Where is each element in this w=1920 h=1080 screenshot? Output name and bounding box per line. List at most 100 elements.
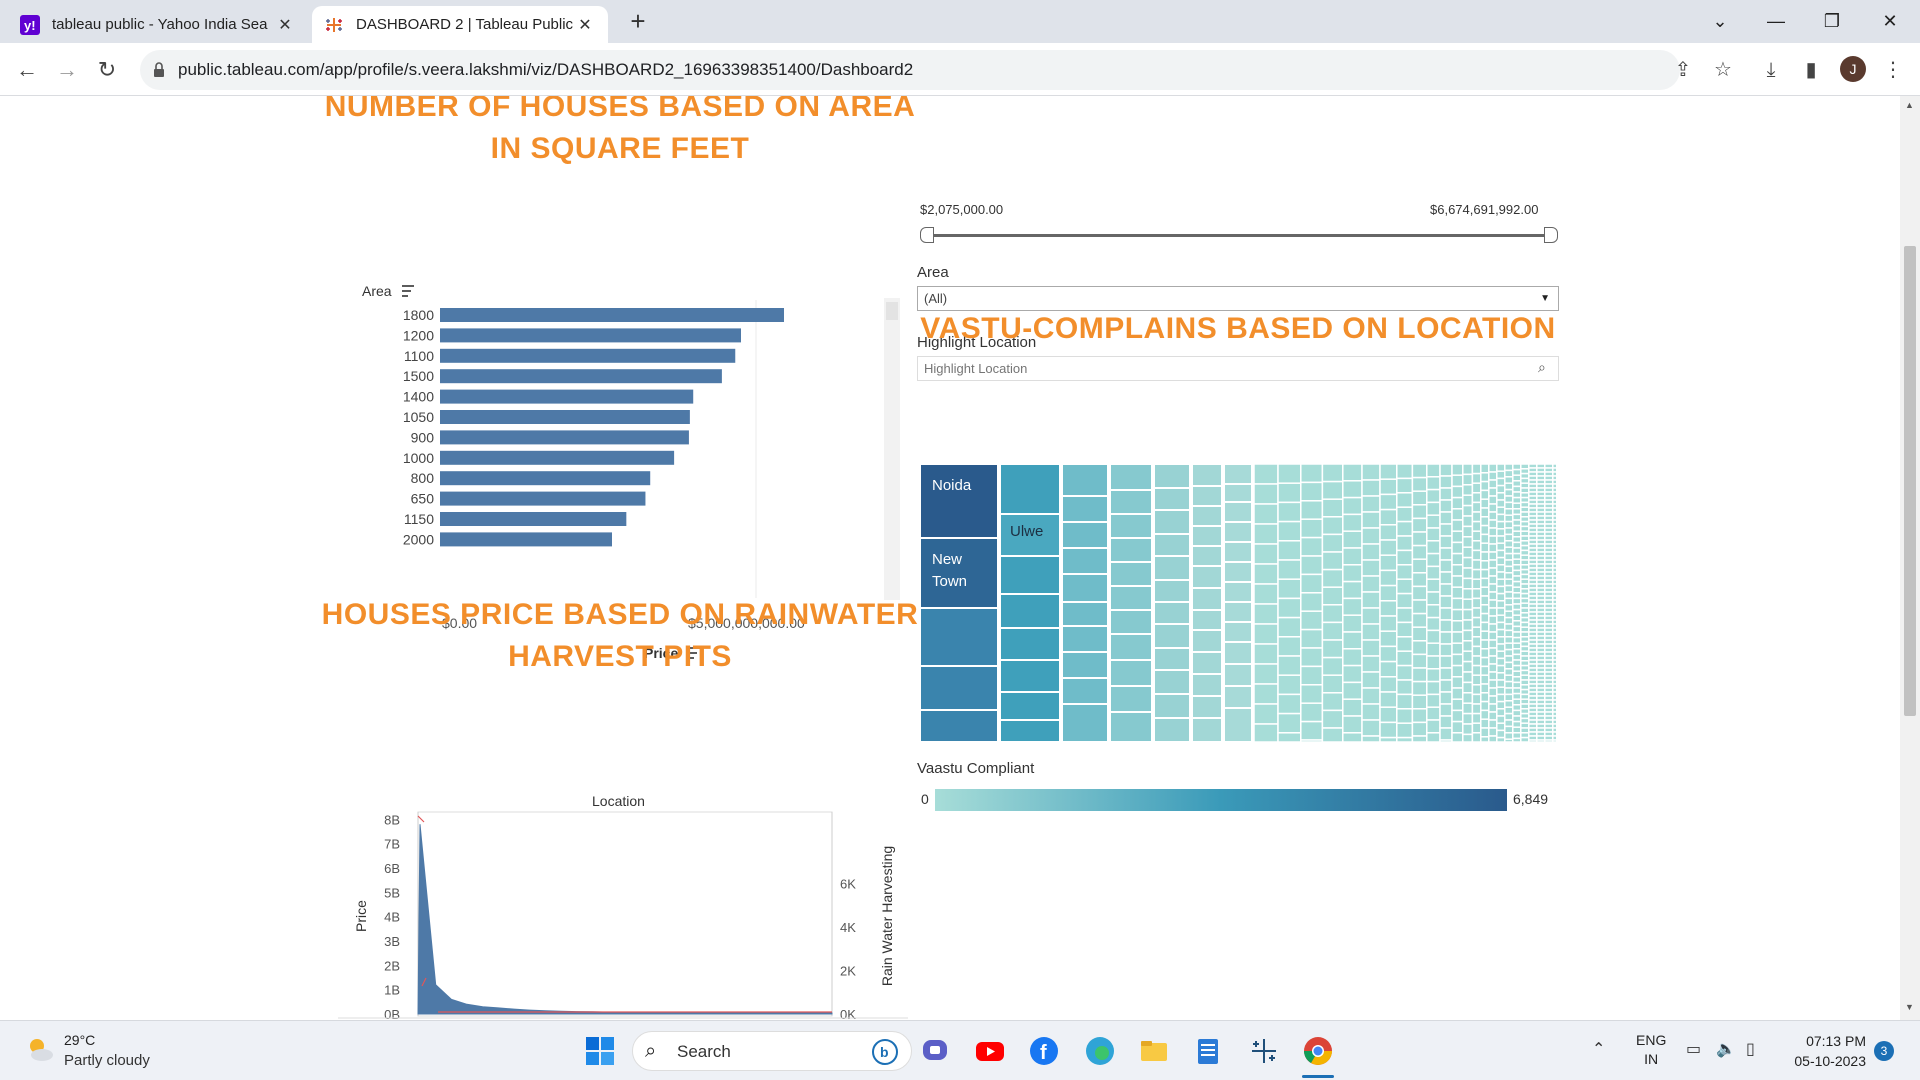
treemap-cell[interactable] — [1426, 719, 1441, 734]
treemap-cell[interactable] — [1488, 543, 1498, 553]
treemap-cell[interactable] — [1504, 680, 1514, 689]
treemap-cell[interactable] — [1504, 508, 1514, 516]
treemap-cell[interactable] — [1361, 719, 1381, 737]
treemap-cell[interactable] — [1480, 718, 1490, 729]
treemap-cell[interactable] — [1496, 708, 1506, 717]
treemap-cell[interactable] — [1061, 464, 1109, 497]
treemap-cell[interactable] — [1496, 528, 1506, 537]
treemap-cell[interactable] — [1439, 583, 1453, 597]
treemap-cell[interactable] — [1471, 626, 1482, 638]
maximize-button[interactable]: ❐ — [1812, 6, 1852, 36]
bar[interactable] — [440, 471, 651, 486]
treemap-cell[interactable] — [1471, 520, 1482, 532]
treemap-cell[interactable] — [1471, 693, 1482, 705]
network-icon[interactable]: ▭ — [1686, 1039, 1701, 1059]
treemap-cell[interactable] — [1480, 727, 1490, 738]
reload-icon[interactable]: ↻ — [92, 55, 122, 85]
treemap-cell[interactable] — [1396, 549, 1414, 566]
treemap-cell[interactable] — [1426, 552, 1441, 568]
treemap-cell[interactable] — [1191, 673, 1223, 697]
treemap-cell[interactable] — [1277, 616, 1302, 638]
scroll-down-arrow-icon[interactable]: ▼ — [1905, 1002, 1914, 1012]
treemap-cell[interactable] — [1277, 636, 1302, 657]
treemap-cell[interactable] — [1480, 489, 1490, 500]
treemap-cell[interactable] — [1462, 608, 1474, 621]
treemap-cell[interactable] — [1396, 520, 1414, 537]
treemap-cell[interactable] — [999, 719, 1061, 742]
treemap-cell[interactable] — [1488, 647, 1498, 657]
treemap-cell[interactable] — [1512, 480, 1522, 488]
treemap-cell[interactable] — [1496, 722, 1506, 732]
treemap-cell[interactable] — [1496, 636, 1506, 645]
treemap-cell[interactable] — [1471, 559, 1482, 571]
treemap-cell[interactable] — [1277, 597, 1302, 619]
treemap-cell[interactable] — [1379, 676, 1398, 693]
treemap-cell[interactable] — [1277, 674, 1302, 696]
treemap-cell[interactable] — [1504, 738, 1514, 742]
treemap-cell[interactable] — [1396, 592, 1414, 609]
treemap-cell[interactable] — [1411, 694, 1428, 710]
treemap-cell[interactable] — [1342, 580, 1363, 600]
treemap-cell[interactable] — [1223, 685, 1253, 709]
treemap-cell[interactable] — [1321, 709, 1344, 729]
treemap-cell[interactable] — [1223, 483, 1253, 503]
treemap-cell[interactable] — [1471, 482, 1482, 494]
treemap-cell[interactable] — [1396, 492, 1414, 508]
treemap-cell[interactable] — [1342, 547, 1363, 566]
treemap-cell[interactable] — [1191, 565, 1223, 589]
close-window-button[interactable]: ✕ — [1870, 6, 1910, 36]
bar-scrollbar-thumb[interactable] — [886, 302, 898, 320]
treemap-cell[interactable] — [1471, 712, 1482, 724]
menu-kebab-icon[interactable]: ⋮ — [1878, 55, 1908, 85]
treemap-cell[interactable] — [1451, 642, 1464, 656]
back-arrow-icon[interactable]: ← — [12, 55, 42, 85]
treemap-cell[interactable] — [1488, 727, 1498, 737]
treemap-cell[interactable] — [1300, 464, 1324, 484]
treemap-cell[interactable] — [1439, 595, 1453, 609]
treemap-cell[interactable] — [1496, 672, 1506, 681]
treemap-cell[interactable] — [1342, 464, 1363, 482]
treemap-cell[interactable] — [999, 659, 1061, 693]
treemap-cell[interactable] — [1153, 487, 1191, 511]
treemap-cell[interactable] — [1504, 712, 1514, 721]
treemap-cell[interactable] — [1462, 598, 1474, 611]
tableau-app-icon[interactable] — [1248, 1035, 1280, 1067]
teams-chat-icon[interactable] — [920, 1035, 952, 1067]
treemap-cell[interactable] — [1379, 493, 1398, 511]
treemap-cell[interactable] — [999, 555, 1061, 595]
treemap-cell[interactable] — [1361, 655, 1381, 673]
treemap-cell[interactable] — [1512, 648, 1522, 656]
treemap-cell[interactable] — [1496, 607, 1506, 616]
treemap-cell[interactable] — [1253, 543, 1279, 565]
treemap-cell[interactable] — [1480, 498, 1490, 509]
treemap-cell[interactable] — [1480, 683, 1490, 694]
treemap-cell[interactable] — [1411, 626, 1428, 642]
treemap-cell[interactable] — [1496, 657, 1506, 667]
treemap-cell[interactable] — [1488, 591, 1498, 601]
treemap-cell[interactable] — [1471, 645, 1482, 657]
treemap-cell[interactable] — [1496, 650, 1506, 660]
treemap-cell[interactable] — [1253, 623, 1279, 645]
treemap-cell[interactable] — [1379, 554, 1398, 572]
treemap-cell[interactable] — [1480, 674, 1490, 685]
treemap-cell[interactable] — [1462, 650, 1474, 663]
treemap-cell[interactable] — [1512, 547, 1522, 555]
search-icon[interactable]: ⌕ — [1538, 359, 1546, 376]
sort-icon[interactable] — [402, 285, 414, 297]
treemap-cell[interactable] — [1496, 643, 1506, 652]
treemap-cell[interactable] — [1462, 567, 1474, 580]
treemap-cell[interactable] — [1471, 540, 1482, 552]
treemap-cell[interactable] — [1496, 513, 1506, 523]
treemap-cell[interactable] — [1223, 641, 1253, 665]
treemap-cell[interactable] — [1321, 533, 1344, 553]
treemap-cell[interactable] — [1439, 727, 1453, 741]
treemap-cell[interactable] — [1451, 575, 1464, 588]
treemap-cell[interactable] — [1153, 464, 1191, 489]
treemap-cell[interactable] — [1504, 616, 1514, 625]
treemap-cell[interactable] — [1504, 597, 1514, 606]
treemap-cell[interactable] — [1321, 498, 1344, 518]
treemap-cell[interactable] — [1396, 464, 1414, 480]
treemap-cell[interactable] — [1191, 609, 1223, 631]
treemap-cell[interactable] — [1426, 668, 1441, 683]
tray-chevron-icon[interactable]: ⌃ — [1592, 1039, 1605, 1059]
